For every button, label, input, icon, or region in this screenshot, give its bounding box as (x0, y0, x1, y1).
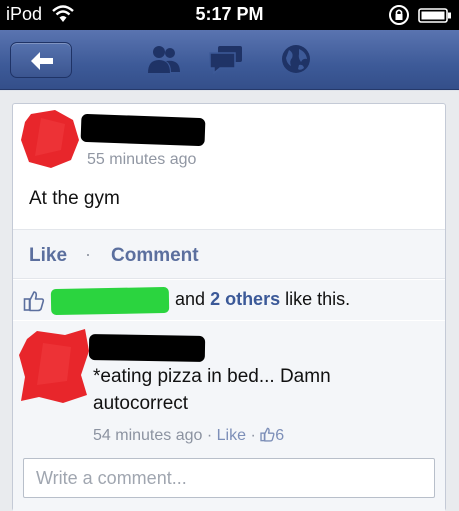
likes-text: and 2 others like this. (175, 289, 350, 310)
likes-and-text: and (175, 289, 206, 309)
friends-icon[interactable] (146, 44, 182, 74)
post-text: At the gym (29, 188, 120, 209)
action-separator: · (85, 244, 91, 264)
commenter-name-redacted[interactable] (88, 333, 206, 363)
meta-separator: · (206, 427, 213, 444)
post-actions: Like · Comment (13, 229, 445, 279)
back-button[interactable] (10, 42, 72, 78)
liker-name-redacted[interactable] (50, 286, 170, 316)
like-button[interactable]: Like (29, 245, 67, 267)
news-feed: 55 minutes ago At the gym Like · Comment… (0, 91, 459, 511)
likes-suffix-text: like this. (285, 289, 351, 309)
comment-text: *eating pizza in bed... Damn autocorrect (93, 366, 331, 414)
rotation-lock-icon (389, 5, 409, 25)
nav-bar (0, 30, 459, 90)
comment-section: *eating pizza in bed... Damn autocorrect… (13, 321, 445, 511)
comment-timestamp: 54 minutes ago (93, 427, 203, 444)
likes-summary: and 2 others like this. (13, 280, 445, 320)
commenter-avatar[interactable] (19, 329, 91, 403)
back-arrow-icon (31, 52, 53, 70)
thumbs-up-icon (260, 427, 275, 442)
write-comment-input[interactable] (23, 458, 435, 498)
messages-icon[interactable] (208, 44, 244, 74)
comment-like-count[interactable]: 6 (275, 427, 284, 444)
globe-icon[interactable] (281, 44, 311, 74)
post-timestamp: 55 minutes ago (87, 151, 197, 168)
meta-separator: · (250, 427, 256, 444)
comment-button[interactable]: Comment (111, 245, 199, 267)
thumbs-up-icon (23, 291, 45, 312)
comment-meta: 54 minutes ago · Like · 6 (93, 427, 284, 445)
battery-icon (418, 8, 451, 23)
likes-others-link[interactable]: 2 others (210, 289, 280, 309)
comment-like-link[interactable]: Like (217, 427, 246, 444)
post-card: 55 minutes ago At the gym Like · Comment… (12, 103, 446, 511)
status-bar: iPod 5:17 PM (0, 0, 459, 30)
author-name-redacted[interactable] (80, 113, 206, 147)
avatar[interactable] (21, 110, 81, 170)
